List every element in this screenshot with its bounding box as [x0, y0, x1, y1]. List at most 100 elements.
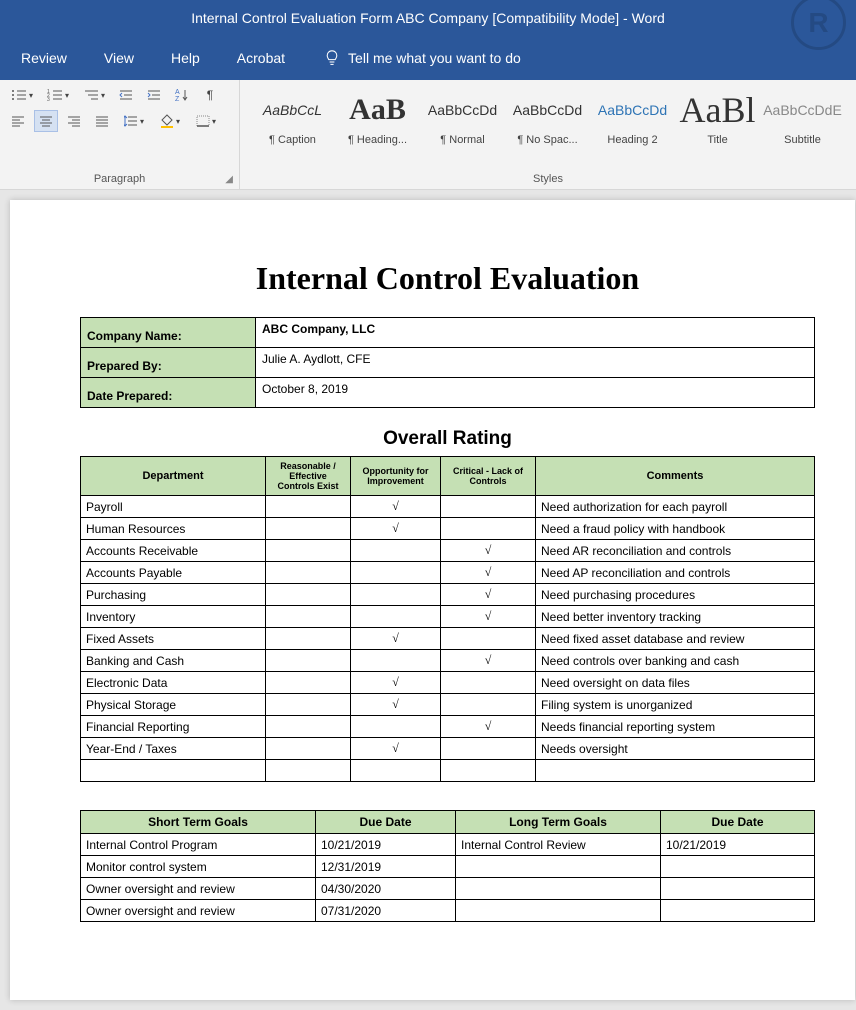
align-right-button[interactable] [62, 110, 86, 132]
table-row [81, 760, 815, 782]
company-name-label: Company Name: [81, 318, 256, 348]
shading-button[interactable]: ▾ [154, 110, 186, 132]
col-long-goals: Long Term Goals [456, 811, 661, 834]
cell-long-goal [456, 900, 661, 922]
ribbon-group-paragraph: ▾ 123▾ ▾ AZ ¶ [0, 80, 240, 189]
cell-comment: Need authorization for each payroll [536, 496, 815, 518]
cell-long-goal [456, 856, 661, 878]
cell-critical [441, 628, 536, 650]
paragraph-dialog-launcher-icon[interactable]: ◢ [225, 174, 233, 185]
ribbon: ▾ 123▾ ▾ AZ ¶ [0, 80, 856, 190]
increase-indent-button[interactable] [142, 84, 166, 106]
style-normal[interactable]: AaBbCcDd ¶ Normal [420, 86, 505, 150]
cell-long-goal: Internal Control Review [456, 834, 661, 856]
tell-me-search[interactable]: Tell me what you want to do [324, 50, 521, 66]
tab-review[interactable]: Review [15, 44, 73, 72]
col-due1: Due Date [316, 811, 456, 834]
tab-view[interactable]: View [98, 44, 140, 72]
paragraph-group-label: Paragraph ◢ [6, 171, 233, 187]
cell-short-goal: Monitor control system [81, 856, 316, 878]
tab-help[interactable]: Help [165, 44, 206, 72]
cell-reasonable [266, 716, 351, 738]
style-subtitle[interactable]: AaBbCcDdE Subtitle [760, 86, 845, 150]
style-title[interactable]: AaBl Title [675, 86, 760, 150]
table-row: Physical Storage√Filing system is unorga… [81, 694, 815, 716]
style-caption[interactable]: AaBbCcL ¶ Caption [250, 86, 335, 150]
table-row: Payroll √ Need authorization for each payr… [81, 496, 815, 518]
numbering-button[interactable]: 123▾ [42, 84, 74, 106]
cell-opportunity [351, 716, 441, 738]
cell-reasonable [266, 562, 351, 584]
align-center-button[interactable] [34, 110, 58, 132]
show-hide-marks-button[interactable]: ¶ [198, 84, 222, 106]
cell-short-goal: Owner oversight and review [81, 878, 316, 900]
cell-due2 [661, 856, 815, 878]
cell-due1: 10/21/2019 [316, 834, 456, 856]
document-scroll-area[interactable]: Internal Control Evaluation Company Name… [0, 190, 856, 1010]
col-department: Department [81, 457, 266, 496]
cell-due2 [661, 900, 815, 922]
cell-critical [441, 518, 536, 540]
title-bar: Internal Control Evaluation Form ABC Com… [0, 0, 856, 35]
cell-opportunity: √ [351, 518, 441, 540]
cell-department: Year-End / Taxes [81, 738, 266, 760]
cell-comment: Filing system is unorganized [536, 694, 815, 716]
svg-text:Z: Z [175, 96, 180, 102]
cell-opportunity: √ [351, 694, 441, 716]
align-left-button[interactable] [6, 110, 30, 132]
table-row: Owner oversight and review07/31/2020 [81, 900, 815, 922]
cell-critical [441, 496, 536, 518]
cell-reasonable [266, 540, 351, 562]
cell-due1: 04/30/2020 [316, 878, 456, 900]
document-page[interactable]: Internal Control Evaluation Company Name… [10, 200, 855, 1000]
bullets-button[interactable]: ▾ [6, 84, 38, 106]
col-comments: Comments [536, 457, 815, 496]
cell-department: Banking and Cash [81, 650, 266, 672]
cell-opportunity [351, 606, 441, 628]
styles-gallery[interactable]: AaBbCcL ¶ Caption AaB ¶ Heading... AaBbC… [246, 84, 850, 152]
cell-critical: √ [441, 562, 536, 584]
cell-reasonable [266, 650, 351, 672]
cell-reasonable [266, 694, 351, 716]
cell-comment [536, 760, 815, 782]
cell-long-goal [456, 878, 661, 900]
col-opportunity: Opportunity for Improvement [351, 457, 441, 496]
table-row: Date Prepared: October 8, 2019 [81, 378, 815, 408]
sort-button[interactable]: AZ [170, 84, 194, 106]
svg-text:A: A [175, 89, 180, 96]
cell-due1: 07/31/2020 [316, 900, 456, 922]
table-row: Inventory√Need better inventory tracking [81, 606, 815, 628]
cell-department: Human Resources [81, 518, 266, 540]
cell-opportunity [351, 650, 441, 672]
style-no-spacing[interactable]: AaBbCcDd ¶ No Spac... [505, 86, 590, 150]
table-row: Internal Control Program10/21/2019Intern… [81, 834, 815, 856]
cell-due2 [661, 878, 815, 900]
borders-button[interactable]: ▾ [190, 110, 222, 132]
decrease-indent-button[interactable] [114, 84, 138, 106]
cell-comment: Needs financial reporting system [536, 716, 815, 738]
cell-critical: √ [441, 606, 536, 628]
ribbon-tabs: Review View Help Acrobat Tell me what yo… [0, 35, 856, 80]
table-row: Monitor control system12/31/2019 [81, 856, 815, 878]
style-heading1[interactable]: AaB ¶ Heading... [335, 86, 420, 150]
cell-critical [441, 672, 536, 694]
cell-department: Payroll [81, 496, 266, 518]
cell-department: Financial Reporting [81, 716, 266, 738]
multilevel-list-button[interactable]: ▾ [78, 84, 110, 106]
justify-button[interactable] [90, 110, 114, 132]
cell-critical: √ [441, 650, 536, 672]
rating-table: Department Reasonable / Effective Contro… [80, 456, 815, 782]
goals-table: Short Term Goals Due Date Long Term Goal… [80, 810, 815, 922]
svg-text:3: 3 [47, 97, 50, 102]
cell-opportunity: √ [351, 496, 441, 518]
table-row: Fixed Assets√Need fixed asset database a… [81, 628, 815, 650]
cell-due1: 12/31/2019 [316, 856, 456, 878]
tab-acrobat[interactable]: Acrobat [231, 44, 291, 72]
tell-me-label: Tell me what you want to do [348, 50, 521, 66]
style-heading2[interactable]: AaBbCcDd Heading 2 [590, 86, 675, 150]
line-spacing-button[interactable]: ▾ [118, 110, 150, 132]
table-row: Prepared By: Julie A. Aydlott, CFE [81, 348, 815, 378]
cell-opportunity: √ [351, 672, 441, 694]
table-row: Financial Reporting√Needs financial repo… [81, 716, 815, 738]
document-title: Internal Control Evaluation [80, 260, 815, 297]
